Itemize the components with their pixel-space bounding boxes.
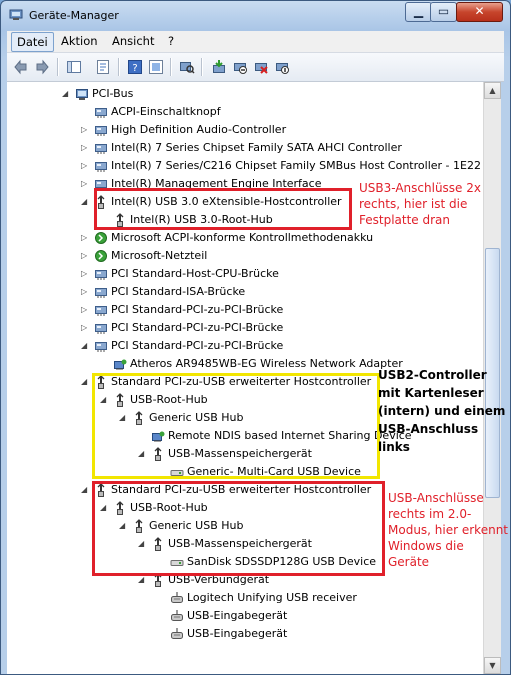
update-driver-icon[interactable]: [211, 59, 227, 75]
close-button[interactable]: ✕: [456, 2, 503, 22]
tree-node[interactable]: ▷ Microsoft-Netzteil: [7, 247, 483, 265]
tree-node[interactable]: ◢ PCI Standard-PCI-zu-PCI-Brücke: [7, 337, 483, 355]
forward-icon[interactable]: [34, 59, 50, 75]
menu-ansicht[interactable]: Ansicht: [107, 31, 159, 51]
device-icon: [95, 144, 107, 154]
usb3-highlight-box: [94, 188, 352, 230]
toolbar: ?: [7, 53, 504, 82]
properties-icon[interactable]: [95, 59, 111, 75]
pci-bus-icon: [76, 89, 88, 100]
tree-node[interactable]: ◢ PCI-Bus: [7, 85, 483, 103]
device-icon: [95, 342, 107, 352]
device-icon: [95, 288, 107, 298]
tree-node-label: PCI-Bus: [92, 87, 134, 100]
show-hide-console-tree-icon[interactable]: [66, 59, 82, 75]
tree-node[interactable]: ▷ Intel(R) 7 Series/C216 Chipset Family S…: [7, 157, 483, 175]
tree-node-label: PCI Standard-PCI-zu-PCI-Brücke: [111, 321, 284, 334]
usb2-internal-highlight-box: [92, 373, 380, 479]
collapse-arrow-icon[interactable]: ◢: [138, 576, 145, 584]
network-icon: [114, 359, 127, 370]
collapse-arrow-icon[interactable]: ◢: [81, 342, 88, 350]
help-icon[interactable]: ?: [127, 59, 143, 75]
menu-help[interactable]: ?: [163, 31, 179, 51]
expand-arrow-icon[interactable]: ▷: [81, 126, 88, 134]
maximize-button[interactable]: ▭: [430, 2, 457, 22]
collapse-arrow-icon[interactable]: ◢: [81, 378, 88, 386]
device-icon: [95, 324, 107, 334]
svg-text:?: ?: [132, 63, 137, 74]
collapse-arrow-icon[interactable]: ◢: [81, 198, 88, 206]
expand-arrow-icon[interactable]: ▷: [81, 270, 88, 278]
device-icon: [95, 270, 107, 280]
enable-device-icon[interactable]: [274, 59, 290, 75]
tree-node[interactable]: ACPI-Einschaltknopf: [7, 103, 483, 121]
scan-hardware-icon[interactable]: [179, 59, 195, 75]
input-device-icon: [171, 592, 183, 603]
tree-node-label: Logitech Unifying USB receiver: [187, 591, 357, 604]
scroll-down-button[interactable]: ▼: [484, 657, 501, 674]
battery-icon: [95, 232, 107, 244]
expand-arrow-icon[interactable]: ▷: [81, 144, 88, 152]
input-device-icon: [171, 610, 183, 621]
expand-arrow-icon[interactable]: ▷: [81, 234, 88, 242]
tree-node-label: Intel(R) 7 Series/C216 Chipset Family SM…: [111, 159, 481, 172]
expand-arrow-icon[interactable]: ▷: [81, 252, 88, 260]
tree-node-label: Atheros AR9485WB-EG Wireless Network Ada…: [130, 357, 403, 370]
expand-arrow-icon[interactable]: ▷: [81, 324, 88, 332]
expand-arrow-icon[interactable]: ▷: [81, 306, 88, 314]
device-icon: [95, 162, 107, 172]
tree-node-label: USB-Eingabegerät: [187, 627, 288, 640]
tree-node-label: PCI Standard-ISA-Brücke: [111, 285, 246, 298]
collapse-arrow-icon[interactable]: ◢: [81, 486, 88, 494]
expand-arrow-icon[interactable]: ▷: [81, 288, 88, 296]
device-manager-icon: [9, 9, 23, 20]
device-icon: [95, 306, 107, 316]
minimize-button[interactable]: ▁: [405, 2, 432, 22]
tree-node-label: Microsoft-Netzteil: [111, 249, 208, 262]
tree-node[interactable]: ▷ Intel(R) 7 Series Chipset Family SATA A…: [7, 139, 483, 157]
tree-node-label: High Definition Audio-Controller: [111, 123, 287, 136]
tree-node[interactable]: Logitech Unifying USB receiver: [7, 589, 483, 607]
usb2-internal-annotation: USB2-Controller mit Kartenleser (intern)…: [378, 368, 506, 454]
tree-node-label: Intel(R) 7 Series Chipset Family SATA AH…: [111, 141, 402, 154]
scroll-up-button[interactable]: ▲: [484, 82, 501, 99]
menu-datei[interactable]: Datei: [11, 32, 54, 52]
tree-node[interactable]: ▷ PCI Standard-PCI-zu-PCI-Brücke: [7, 319, 483, 337]
tree-node-label: PCI Standard-PCI-zu-PCI-Brücke: [111, 303, 284, 316]
tree-node-label: USB-Eingabegerät: [187, 609, 288, 622]
tree-node-label: ACPI-Einschaltknopf: [111, 105, 221, 118]
device-manager-window: Geräte-Manager ▁ ▭ ✕ Datei Aktion Ansich…: [0, 0, 511, 675]
input-device-icon: [171, 628, 183, 639]
uninstall-icon[interactable]: [253, 59, 269, 75]
tree-node[interactable]: ▷ PCI Standard-PCI-zu-PCI-Brücke: [7, 301, 483, 319]
tree-node-label: PCI Standard-PCI-zu-PCI-Brücke: [111, 339, 284, 352]
device-icon: [95, 108, 107, 118]
window-title: Geräte-Manager: [29, 9, 119, 22]
tree-node[interactable]: ▷ PCI Standard-Host-CPU-Brücke: [7, 265, 483, 283]
disable-device-icon[interactable]: [232, 59, 248, 75]
tree-node-label: PCI Standard-Host-CPU-Brücke: [111, 267, 279, 280]
usb2-right-highlight-box: [92, 481, 385, 576]
tree-node-label: Microsoft ACPI-konforme Kontrollmethoden…: [111, 231, 374, 244]
tree-node[interactable]: USB-Eingabegerät: [7, 607, 483, 625]
usb3-annotation: USB3-Anschlüsse 2x rechts, hier ist die …: [359, 181, 481, 227]
device-icon: [95, 126, 107, 136]
show-hidden-icon[interactable]: [148, 59, 164, 75]
collapse-arrow-icon[interactable]: ◢: [62, 90, 69, 98]
battery-icon: [95, 250, 107, 262]
back-icon[interactable]: [13, 59, 29, 75]
tree-node[interactable]: ▷ PCI Standard-ISA-Brücke: [7, 283, 483, 301]
menu-bar: Datei Aktion Ansicht ?: [7, 31, 504, 53]
tree-node[interactable]: ▷ Microsoft ACPI-konforme Kontrollmethode…: [7, 229, 483, 247]
expand-arrow-icon[interactable]: ▷: [81, 162, 88, 170]
title-bar[interactable]: Geräte-Manager ▁ ▭ ✕: [1, 1, 510, 31]
expand-arrow-icon[interactable]: ▷: [81, 180, 88, 188]
menu-aktion[interactable]: Aktion: [56, 31, 103, 51]
usb2-right-annotation: USB-Anschlüsse rechts im 2.0-Modus, hier…: [388, 491, 509, 569]
tree-node[interactable]: ▷ High Definition Audio-Controller: [7, 121, 483, 139]
tree-node[interactable]: USB-Eingabegerät: [7, 625, 483, 643]
